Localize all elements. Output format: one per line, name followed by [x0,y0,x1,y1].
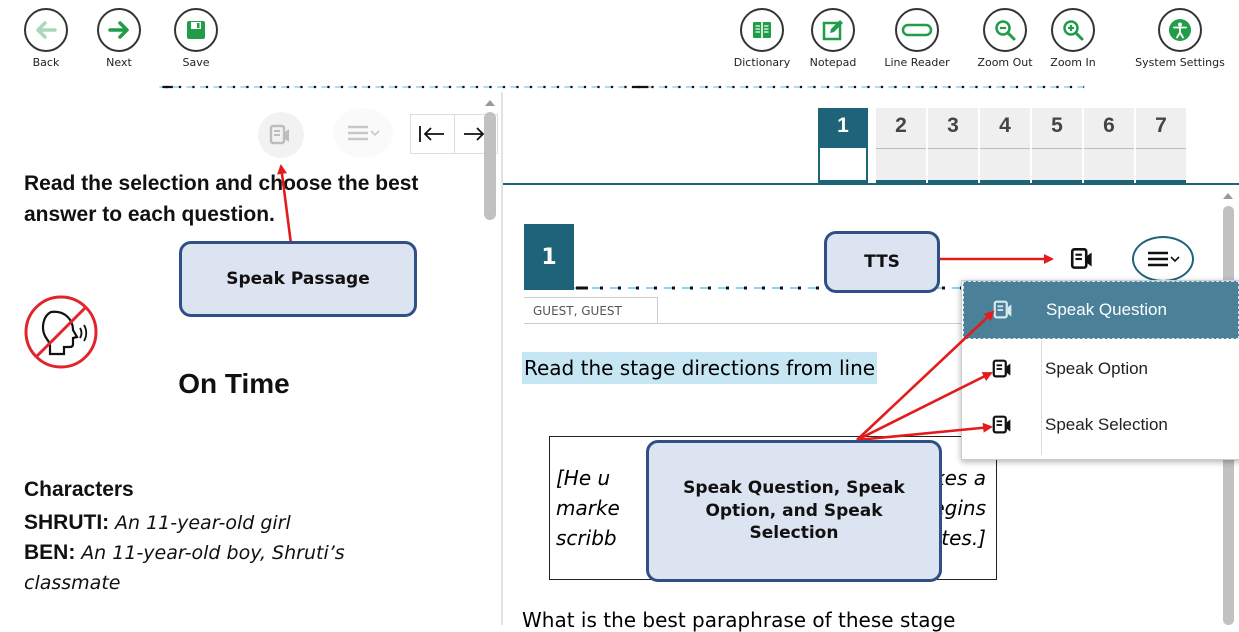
callout-speak-options: Speak Question, Speak Option, and Speak … [646,440,942,582]
arrow-to-speak-question [856,310,995,441]
callout-tts: TTS [824,231,940,293]
arrow-to-speak-passage [277,164,293,245]
callout-speak-passage: Speak Passage [179,241,417,317]
